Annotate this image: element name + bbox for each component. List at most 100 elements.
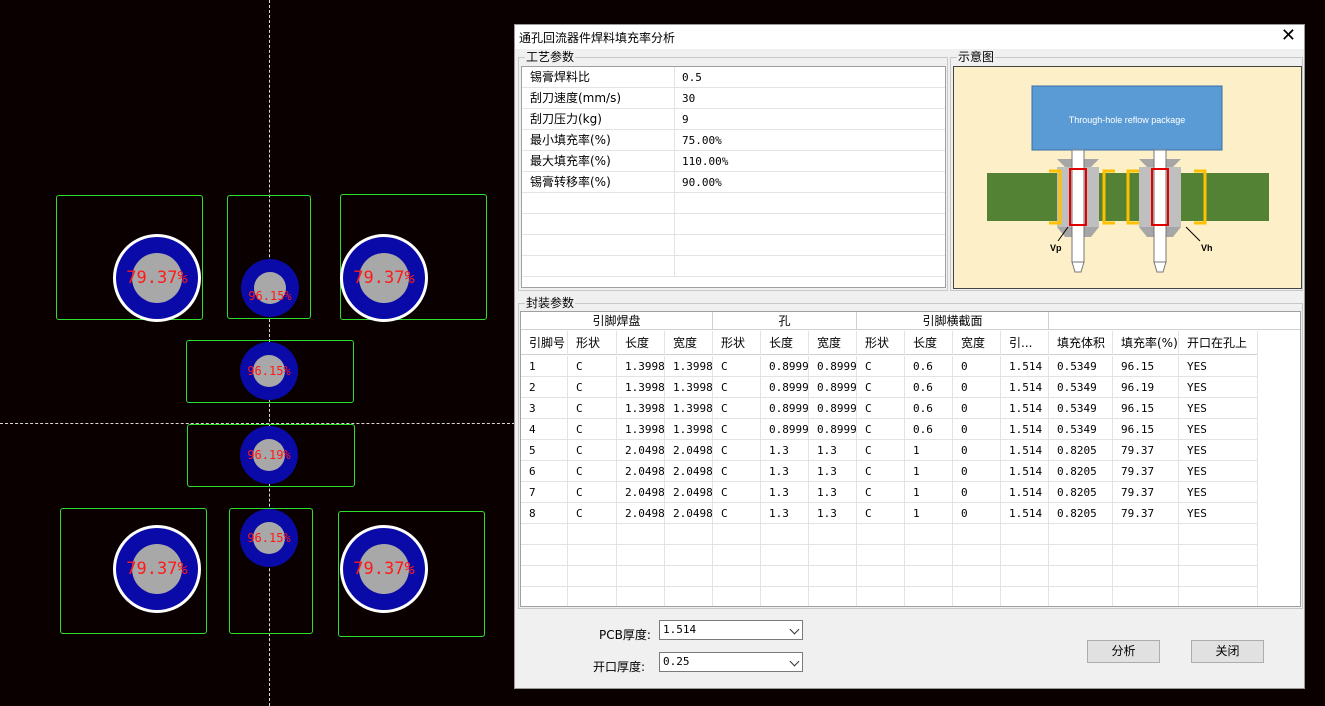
table-cell[interactable]: 0.5349 [1049,377,1113,398]
column-header[interactable]: 长度 [617,331,665,355]
table-cell[interactable]: C [713,482,761,503]
param-row[interactable] [522,214,945,235]
table-cell[interactable]: 1.3 [761,461,809,482]
table-cell[interactable]: C [857,356,905,377]
via-pad[interactable]: 79.37% [113,234,201,322]
via-pad[interactable]: 79.37% [113,525,201,613]
table-cell[interactable]: C [857,503,905,524]
param-value[interactable]: 9 [682,109,689,130]
table-cell[interactable]: 1.514 [1001,461,1049,482]
table-cell[interactable]: 7 [521,482,568,503]
table-cell[interactable]: 1.3 [809,461,857,482]
table-cell[interactable]: 2.0498 [617,461,665,482]
table-cell[interactable]: 2 [521,377,568,398]
table-cell[interactable]: 0 [953,398,1001,419]
table-cell[interactable]: 0 [953,356,1001,377]
table-cell[interactable]: 1.3 [809,440,857,461]
table-cell[interactable]: 1.3 [761,503,809,524]
table-cell[interactable]: 0.8999 [761,377,809,398]
param-row[interactable]: 最大填充率(%) 110.00% [522,151,945,172]
table-cell[interactable]: 79.37 [1113,503,1179,524]
table-cell[interactable]: 1 [905,461,953,482]
table-cell[interactable]: 2.0498 [617,482,665,503]
table-cell[interactable]: 1.514 [1001,503,1049,524]
table-cell[interactable]: 1.3 [809,503,857,524]
column-header[interactable]: 形状 [568,331,617,355]
table-cell[interactable]: 2.0498 [665,461,713,482]
param-row[interactable] [522,256,945,277]
param-row[interactable] [522,235,945,256]
via-pad[interactable]: 79.37% [340,234,428,322]
table-cell[interactable]: 1.514 [1001,482,1049,503]
param-row[interactable]: 锡膏焊料比 0.5 [522,67,945,88]
table-cell[interactable]: 96.19 [1113,377,1179,398]
table-cell[interactable]: 3 [521,398,568,419]
table-cell[interactable]: 1.514 [1001,377,1049,398]
table-cell[interactable]: 0.8999 [809,419,857,440]
table-cell[interactable]: C [568,356,617,377]
table-cell[interactable]: C [713,398,761,419]
table-cell[interactable]: 1.3998 [617,377,665,398]
table-cell[interactable]: C [568,377,617,398]
table-cell[interactable]: 0.8205 [1049,461,1113,482]
table-cell[interactable]: C [857,461,905,482]
param-row[interactable] [522,193,945,214]
table-cell[interactable]: 2.0498 [617,440,665,461]
table-cell[interactable]: 0.8205 [1049,503,1113,524]
table-cell[interactable]: 1.3998 [665,419,713,440]
table-cell[interactable]: 0 [953,419,1001,440]
table-cell[interactable]: YES [1179,398,1258,419]
table-cell[interactable]: 1 [521,356,568,377]
table-cell[interactable]: 96.15 [1113,398,1179,419]
table-cell[interactable]: 0.8999 [809,377,857,398]
analyze-button[interactable]: 分析 [1087,640,1160,663]
table-cell[interactable]: 1.3998 [617,398,665,419]
table-cell[interactable]: 0.6 [905,398,953,419]
table-cell[interactable]: YES [1179,461,1258,482]
table-cell[interactable]: C [857,440,905,461]
table-cell[interactable]: C [713,440,761,461]
param-row[interactable]: 刮刀速度(mm/s) 30 [522,88,945,109]
table-cell[interactable]: 0.6 [905,419,953,440]
table-cell[interactable]: 1.3 [761,440,809,461]
table-cell[interactable]: 0.5349 [1049,356,1113,377]
table-cell[interactable]: 5 [521,440,568,461]
close-icon[interactable]: ✕ [1281,26,1296,46]
table-cell[interactable]: 0.8999 [809,398,857,419]
table-cell[interactable]: C [568,482,617,503]
table-cell[interactable]: YES [1179,503,1258,524]
table-cell[interactable]: 0.8999 [761,398,809,419]
table-cell[interactable]: 79.37 [1113,482,1179,503]
table-cell[interactable]: YES [1179,440,1258,461]
column-header[interactable]: 长度 [905,331,953,355]
table-cell[interactable]: YES [1179,482,1258,503]
table-cell[interactable]: 0 [953,503,1001,524]
table-cell[interactable]: 0 [953,461,1001,482]
table-cell[interactable]: 1.3 [809,482,857,503]
column-header[interactable]: 形状 [713,331,761,355]
opening-thickness-combo[interactable]: 0.25 [659,652,803,672]
column-header[interactable]: 形状 [857,331,905,355]
table-cell[interactable]: 79.37 [1113,461,1179,482]
dialog-titlebar[interactable]: 通孔回流器件焊料填充率分析 ✕ [515,25,1304,49]
table-cell[interactable]: YES [1179,377,1258,398]
param-value[interactable]: 75.00% [682,130,722,151]
table-cell[interactable]: 1.3998 [665,377,713,398]
table-cell[interactable]: YES [1179,419,1258,440]
table-cell[interactable]: C [857,419,905,440]
table-cell[interactable]: 0.5349 [1049,398,1113,419]
table-cell[interactable]: C [857,377,905,398]
table-cell[interactable]: C [713,503,761,524]
table-cell[interactable]: 1.514 [1001,398,1049,419]
table-cell[interactable]: 2.0498 [665,440,713,461]
param-value[interactable]: 30 [682,88,695,109]
column-header[interactable]: 填充率(%) [1113,331,1179,355]
table-cell[interactable]: 1 [905,503,953,524]
table-cell[interactable]: 0.8999 [809,356,857,377]
table-cell[interactable]: 0.8205 [1049,482,1113,503]
param-row[interactable]: 刮刀压力(kg) 9 [522,109,945,130]
table-cell[interactable]: 0.8205 [1049,440,1113,461]
table-cell[interactable]: C [568,419,617,440]
close-button[interactable]: 关闭 [1191,640,1264,663]
table-cell[interactable]: 2.0498 [665,482,713,503]
